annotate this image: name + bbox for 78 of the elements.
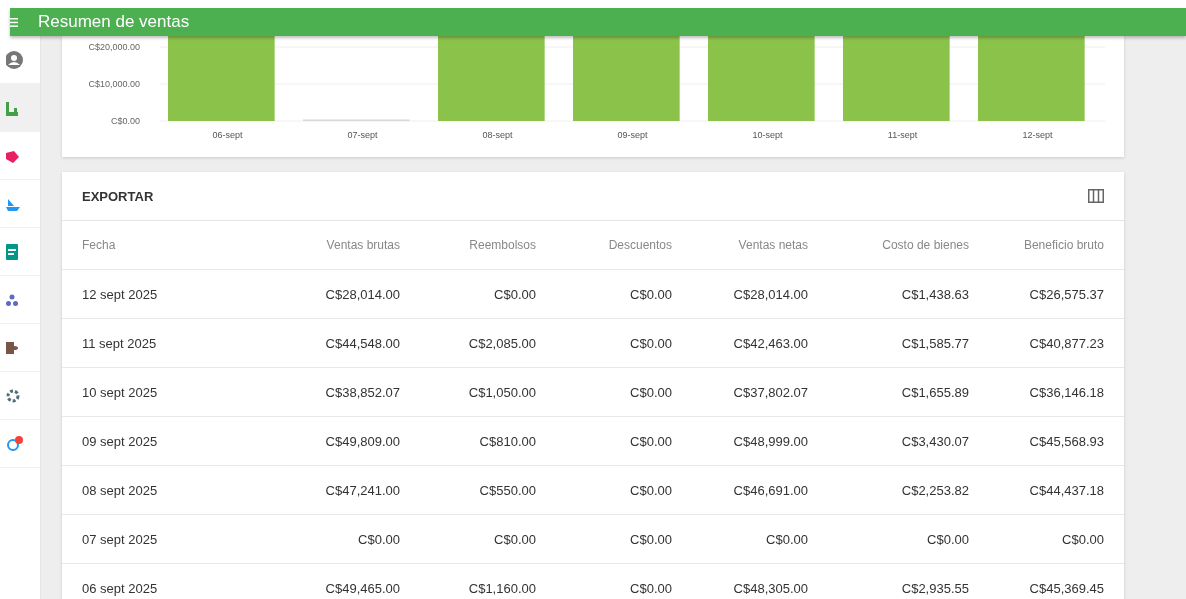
column-header[interactable]: Beneficio bruto bbox=[969, 238, 1104, 252]
table-cell-text: C$0.00 bbox=[629, 286, 672, 302]
column-header[interactable]: Ventas netas bbox=[672, 238, 808, 252]
table-cell-text: C$3,430.07 bbox=[900, 433, 969, 449]
x-axis-label: 08-sept bbox=[482, 130, 513, 140]
table-cell-text: C$1,438.63 bbox=[900, 286, 969, 302]
table-cell-text: 10 sept 2025 bbox=[82, 384, 159, 400]
table-cell-text: C$2,253.82 bbox=[900, 482, 969, 498]
table-cell-text: C$1,655.89 bbox=[900, 384, 969, 400]
table-cell-text: C$38,852.07 bbox=[324, 384, 400, 400]
table-cell-text: C$47,241.00 bbox=[324, 482, 400, 498]
table-cell-text: C$45,568.93 bbox=[1028, 433, 1104, 449]
table-cell-text: C$0.00 bbox=[629, 433, 672, 449]
x-axis-label: 11-sept bbox=[887, 130, 918, 140]
table-cell-text: 06 sept 2025 bbox=[82, 580, 159, 596]
table-cell-text: C$0.00 bbox=[1061, 531, 1104, 547]
table-cell-text: C$0.00 bbox=[493, 531, 536, 547]
column-header[interactable]: Fecha bbox=[82, 238, 264, 252]
table-cell-text: C$1,050.00 bbox=[467, 384, 536, 400]
table-cell-text: C$0.00 bbox=[629, 335, 672, 351]
column-header[interactable]: Descuentos bbox=[536, 238, 672, 252]
table-cell-text: C$49,465.00 bbox=[324, 580, 400, 596]
page-title: Resumen de ventas bbox=[38, 12, 190, 32]
table-cell-text: C$45,369.45 bbox=[1028, 580, 1104, 596]
table-cell-text: C$44,548.00 bbox=[324, 335, 400, 351]
table-cell-text: C$1,160.00 bbox=[467, 580, 536, 596]
notification-icon bbox=[6, 435, 24, 452]
table-cell-text: C$550.00 bbox=[478, 482, 536, 498]
table-cell-text: C$0.00 bbox=[765, 531, 808, 547]
x-axis-label: 07-sept bbox=[347, 130, 378, 140]
y-axis-label: C$10,000.00 bbox=[88, 79, 140, 89]
table-cell-text: C$44,437.18 bbox=[1028, 482, 1104, 498]
table-cell-text: C$49,809.00 bbox=[324, 433, 400, 449]
column-header[interactable]: Costo de bienes bbox=[808, 238, 969, 252]
table-cell-text: C$1,585.77 bbox=[900, 335, 969, 351]
sidebar-item[interactable] bbox=[0, 84, 40, 132]
x-axis-label: 10-sept bbox=[752, 130, 783, 140]
table-cell-text: C$48,999.00 bbox=[732, 433, 808, 449]
people-icon bbox=[6, 293, 18, 306]
bar-chart-icon bbox=[6, 99, 20, 116]
table-cell-text: C$0.00 bbox=[629, 482, 672, 498]
column-header[interactable]: Reembolsos bbox=[400, 238, 536, 252]
table-cell-text: 11 sept 2025 bbox=[82, 335, 158, 351]
y-axis-label: C$0.00 bbox=[110, 116, 140, 126]
columns-icon[interactable] bbox=[1088, 189, 1104, 203]
table-cell-text: C$810.00 bbox=[478, 433, 536, 449]
table-cell-text: C$0.00 bbox=[629, 580, 672, 596]
export-button[interactable]: EXPORTAR bbox=[82, 188, 154, 204]
x-axis-label: 12-sept bbox=[1022, 130, 1053, 140]
x-axis-label: 09-sept bbox=[617, 130, 648, 140]
table-cell-text: C$0.00 bbox=[926, 531, 969, 547]
table-cell-text: C$2,085.00 bbox=[467, 335, 536, 351]
table-cell-text: 12 sept 2025 bbox=[82, 286, 159, 302]
table-cell-text: C$37,802.07 bbox=[732, 384, 808, 400]
x-axis-label: 06-sept bbox=[212, 130, 243, 140]
menu-icon[interactable] bbox=[10, 17, 18, 27]
column-header[interactable]: Ventas brutas bbox=[264, 238, 400, 252]
document-icon bbox=[6, 243, 18, 260]
table-cell-text: C$2,935.55 bbox=[900, 580, 969, 596]
table-cell-text: C$40,877.23 bbox=[1028, 335, 1104, 351]
table-cell-text: C$0.00 bbox=[493, 286, 536, 302]
table-cell-text: C$0.00 bbox=[629, 384, 672, 400]
y-axis-label: C$20,000.00 bbox=[88, 42, 140, 52]
table-cell-text: C$46,691.00 bbox=[732, 482, 808, 498]
table-cell-text: C$28,014.00 bbox=[324, 286, 400, 302]
table-cell-text: 07 sept 2025 bbox=[82, 531, 159, 547]
table-cell-text: C$26,575.37 bbox=[1028, 286, 1104, 302]
table-cell-text: 09 sept 2025 bbox=[82, 433, 159, 449]
table-cell-text: C$36,146.18 bbox=[1028, 384, 1104, 400]
table-cell-text: C$28,014.00 bbox=[732, 286, 808, 302]
table-cell-text: C$48,305.00 bbox=[732, 580, 808, 596]
table-cell-text: C$42,463.00 bbox=[732, 335, 808, 351]
table-cell-text: 08 sept 2025 bbox=[82, 482, 159, 498]
user-icon bbox=[6, 49, 26, 70]
puzzle-icon bbox=[6, 339, 18, 356]
table-cell-text: C$0.00 bbox=[357, 531, 400, 547]
table-cell-text: C$0.00 bbox=[629, 531, 672, 547]
tag-icon bbox=[6, 148, 20, 163]
